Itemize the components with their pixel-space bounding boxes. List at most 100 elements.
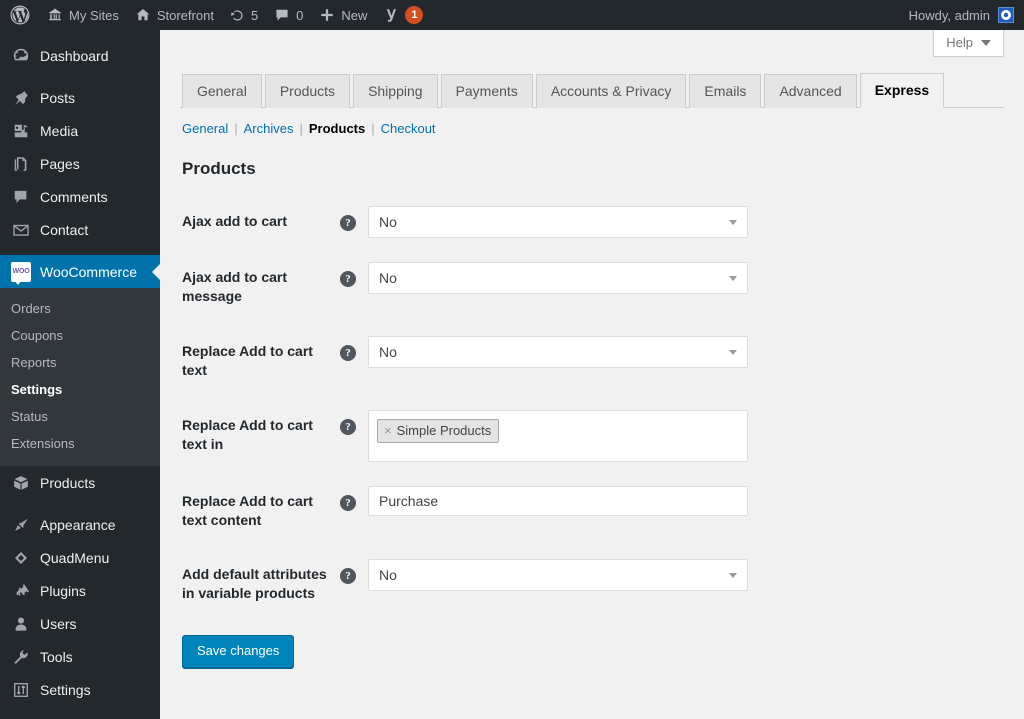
token-simple-products[interactable]: × Simple Products — [377, 418, 500, 443]
sidebar-label-quadmenu: QuadMenu — [40, 549, 110, 566]
help-icon[interactable]: ? — [340, 271, 356, 288]
admin-bar-item-yoast-seo[interactable]: 1 — [375, 0, 431, 30]
help-icon[interactable]: ? — [340, 215, 356, 232]
howdy-label: Howdy, admin — [908, 7, 990, 23]
help-icon[interactable]: ? — [340, 344, 356, 361]
tip-cell-replace-add-to-cart-text-content: ? — [340, 474, 368, 548]
admin-bar-label-storefront: Storefront — [156, 7, 214, 23]
text-input-replace-add-to-cart-text-content[interactable] — [368, 485, 748, 516]
submenu-item-extensions[interactable]: Extensions — [0, 430, 160, 457]
subnav-link-checkout[interactable]: Checkout — [381, 121, 436, 136]
tab-emails[interactable]: Emails — [689, 74, 762, 108]
quadmenu-icon — [11, 548, 31, 568]
form-row-add-default-attributes: Add default attributes in variable produ… — [180, 547, 1004, 621]
plus-icon — [319, 7, 335, 23]
save-changes-button[interactable]: Save changes — [182, 635, 295, 668]
woocommerce-submenu: Orders Coupons Reports Settings Status E… — [0, 288, 160, 466]
submenu-item-coupons[interactable]: Coupons — [0, 322, 160, 349]
sidebar-item-products[interactable]: Products — [0, 466, 160, 499]
admin-bar-item-storefront[interactable]: Storefront — [127, 0, 222, 30]
select-ajax-add-to-cart[interactable]: No — [368, 206, 748, 239]
admin-bar-account-menu[interactable]: Howdy, admin — [909, 0, 1024, 30]
tab-accounts-privacy[interactable]: Accounts & Privacy — [535, 74, 687, 108]
help-icon[interactable]: ? — [340, 418, 356, 435]
comment-icon — [274, 7, 290, 23]
appearance-brush-icon — [11, 515, 31, 535]
sidebar-item-appearance[interactable]: Appearance — [0, 508, 160, 541]
woocommerce-icon: WOO — [11, 261, 31, 285]
subnav-link-archives[interactable]: Archives — [244, 121, 294, 136]
field-cell-ajax-add-to-cart: No — [368, 194, 1004, 250]
form-row-replace-add-to-cart-text-content: Replace Add to cart text content ? — [180, 474, 1004, 548]
wordpress-logo-button[interactable] — [0, 0, 39, 30]
tab-payments[interactable]: Payments — [440, 74, 533, 108]
menu-sep-2 — [0, 246, 160, 255]
sidebar-label-products: Products — [40, 474, 96, 491]
subnav-separator-1: | — [234, 121, 238, 136]
subnav-link-general[interactable]: General — [182, 121, 228, 136]
token-label: Simple Products — [396, 422, 492, 438]
chevron-down-icon — [729, 573, 737, 579]
admin-bar: My Sites Storefront 5 0 New 1 Howdy, adm… — [0, 0, 1024, 30]
tip-cell-replace-add-to-cart-text: ? — [340, 324, 368, 398]
field-label-ajax-add-to-cart: Ajax add to cart — [182, 213, 288, 230]
admin-sidebar-menu: Dashboard Posts Media Pages Comments Con… — [0, 30, 160, 719]
select-value-add-default-attributes: No — [379, 567, 397, 584]
menu-sep-1 — [0, 72, 160, 81]
sidebar-item-comments[interactable]: Comments — [0, 180, 160, 213]
subnav-separator-3: | — [371, 121, 375, 136]
submenu-item-settings[interactable]: Settings — [0, 376, 160, 403]
sidebar-item-quadmenu[interactable]: QuadMenu — [0, 541, 160, 574]
sidebar-item-settings[interactable]: Settings — [0, 673, 160, 706]
field-label-replace-add-to-cart-text: Replace Add to cart text — [182, 342, 313, 378]
field-label-ajax-add-to-cart-message: Ajax add to cart message — [182, 269, 288, 304]
select-value-replace-add-to-cart-text: No — [379, 343, 397, 360]
form-row-ajax-add-to-cart-message: Ajax add to cart message ? No — [180, 250, 1004, 324]
help-tab-button[interactable]: Help — [933, 30, 1004, 57]
select-value-ajax-add-to-cart-message: No — [379, 270, 397, 287]
submenu-item-orders[interactable]: Orders — [0, 295, 160, 322]
media-icon — [11, 121, 31, 141]
subnav-link-products[interactable]: Products — [309, 121, 365, 136]
admin-bar-item-updates[interactable]: 5 — [222, 0, 266, 30]
admin-bar-item-new[interactable]: New — [311, 0, 375, 30]
sidebar-item-users[interactable]: Users — [0, 607, 160, 640]
field-label-replace-add-to-cart-text-in: Replace Add to cart text in — [182, 416, 313, 452]
sidebar-item-contact[interactable]: Contact — [0, 213, 160, 246]
sidebar-label-woocommerce: WooCommerce — [40, 263, 137, 280]
sidebar-label-contact: Contact — [40, 221, 89, 238]
home-icon — [135, 7, 151, 23]
sidebar-item-media[interactable]: Media — [0, 114, 160, 147]
select-add-default-attributes[interactable]: No — [368, 559, 748, 592]
submenu-item-status[interactable]: Status — [0, 403, 160, 430]
help-icon[interactable]: ? — [340, 568, 356, 585]
submenu-item-reports[interactable]: Reports — [0, 349, 160, 376]
field-cell-replace-add-to-cart-text: No — [368, 324, 1004, 398]
sidebar-label-tools: Tools — [40, 648, 73, 665]
tab-advanced[interactable]: Advanced — [764, 74, 857, 108]
settings-tab-bar: General Products Shipping Payments Accou… — [180, 73, 1004, 108]
admin-bar-item-my-sites[interactable]: My Sites — [39, 0, 127, 30]
tab-general[interactable]: General — [182, 74, 262, 108]
admin-bar-item-comments[interactable]: 0 — [266, 0, 311, 30]
products-box-icon — [11, 473, 31, 493]
tab-shipping[interactable]: Shipping — [353, 74, 438, 108]
select-ajax-add-to-cart-message[interactable]: No — [368, 262, 748, 295]
sidebar-item-pages[interactable]: Pages — [0, 147, 160, 180]
sidebar-item-tools[interactable]: Tools — [0, 640, 160, 673]
sidebar-item-posts[interactable]: Posts — [0, 81, 160, 114]
close-icon[interactable]: × — [384, 424, 392, 437]
tab-products[interactable]: Products — [264, 74, 351, 108]
sidebar-label-settings: Settings — [40, 681, 91, 698]
sidebar-item-plugins[interactable]: Plugins — [0, 574, 160, 607]
help-icon[interactable]: ? — [340, 494, 356, 511]
settings-form-table: Ajax add to cart ? No Ajax add to cart m… — [180, 194, 1004, 621]
tip-cell-replace-add-to-cart-text-in: ? — [340, 398, 368, 474]
avatar[interactable] — [998, 7, 1014, 23]
token-input-replace-add-to-cart-text-in[interactable]: × Simple Products — [368, 409, 748, 462]
sidebar-item-dashboard[interactable]: Dashboard — [0, 39, 160, 72]
select-replace-add-to-cart-text[interactable]: No — [368, 335, 748, 368]
sidebar-item-woocommerce[interactable]: WOO WooCommerce — [0, 255, 160, 288]
tab-express[interactable]: Express — [859, 73, 945, 108]
envelope-icon — [11, 220, 31, 240]
